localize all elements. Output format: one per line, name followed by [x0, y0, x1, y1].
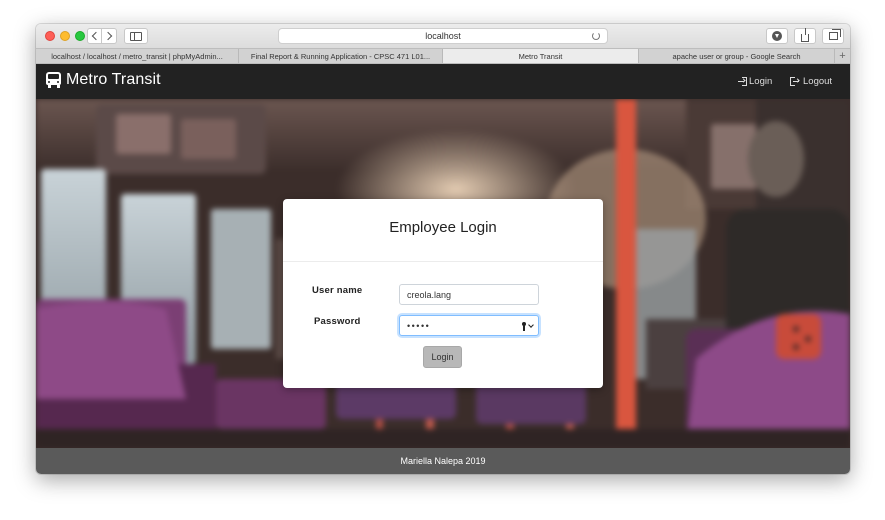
sidebar-icon — [130, 31, 142, 41]
forward-button[interactable] — [102, 28, 117, 44]
tab-final-report[interactable]: Final Report & Running Application - CPS… — [239, 49, 443, 63]
footer-text: Mariella Nalepa 2019 — [400, 456, 486, 466]
login-card: Employee Login User name creola.lang Pas… — [283, 199, 603, 388]
bus-icon — [46, 71, 61, 89]
tab-google-search[interactable]: apache user or group - Google Search — [639, 49, 835, 63]
key-icon[interactable] — [522, 322, 526, 331]
chevron-left-icon — [91, 31, 100, 41]
tab-label: apache user or group - Google Search — [672, 51, 801, 61]
password-label: Password — [314, 316, 361, 327]
nav-logout-link[interactable]: Logout — [790, 76, 832, 87]
nav-login-label: Login — [749, 76, 773, 87]
brand-link[interactable]: Metro Transit — [46, 71, 161, 89]
username-label: User name — [312, 285, 363, 296]
close-window-button[interactable] — [45, 31, 55, 41]
tab-strip: localhost / localhost / metro_transit | … — [36, 48, 850, 64]
password-value: ••••• — [407, 320, 431, 331]
username-input[interactable]: creola.lang — [399, 284, 539, 305]
tab-label: Metro Transit — [518, 51, 563, 61]
tab-label: Final Report & Running Application - CPS… — [250, 51, 431, 61]
new-tab-button[interactable]: + — [835, 49, 850, 63]
back-button[interactable] — [87, 28, 102, 44]
tab-phpmyadmin[interactable]: localhost / localhost / metro_transit | … — [36, 49, 239, 63]
site-footer: Mariella Nalepa 2019 — [36, 448, 850, 474]
username-value: creola.lang — [407, 289, 452, 300]
reload-icon[interactable] — [592, 32, 600, 40]
login-button-label: Login — [431, 352, 454, 362]
tabs-icon — [828, 29, 841, 40]
chevron-down-icon[interactable] — [528, 322, 534, 328]
address-bar[interactable]: localhost — [278, 28, 608, 44]
tab-overview-button[interactable] — [822, 28, 844, 44]
share-button[interactable] — [794, 27, 816, 44]
nav-login-link[interactable]: Login — [738, 76, 772, 87]
browser-window: localhost localhost / localhost / metro_… — [36, 24, 850, 474]
login-title: Employee Login — [389, 219, 497, 236]
password-input[interactable]: ••••• — [399, 315, 539, 336]
plus-icon: + — [839, 50, 846, 62]
browser-toolbar: localhost — [36, 24, 850, 48]
sign-out-icon — [790, 77, 800, 86]
login-button[interactable]: Login — [423, 346, 462, 368]
minimize-window-button[interactable] — [60, 31, 70, 41]
nav-logout-label: Logout — [803, 76, 833, 87]
hero-background: Employee Login User name creola.lang Pas… — [36, 99, 850, 448]
share-icon — [801, 27, 809, 42]
history-nav — [87, 28, 117, 44]
address-text: localhost — [425, 31, 461, 41]
site-navbar: Metro Transit Login Logout — [36, 64, 850, 99]
chevron-right-icon — [103, 31, 113, 41]
brand-name: Metro Transit — [66, 71, 161, 88]
tab-metro-transit[interactable]: Metro Transit — [443, 49, 639, 63]
sidebar-toggle-button[interactable] — [124, 28, 148, 44]
downloads-button[interactable] — [766, 28, 788, 44]
fullscreen-window-button[interactable] — [75, 31, 85, 41]
sign-in-icon — [738, 77, 747, 86]
tab-label: localhost / localhost / metro_transit | … — [51, 51, 223, 61]
card-divider — [283, 261, 603, 262]
download-icon — [772, 31, 782, 41]
